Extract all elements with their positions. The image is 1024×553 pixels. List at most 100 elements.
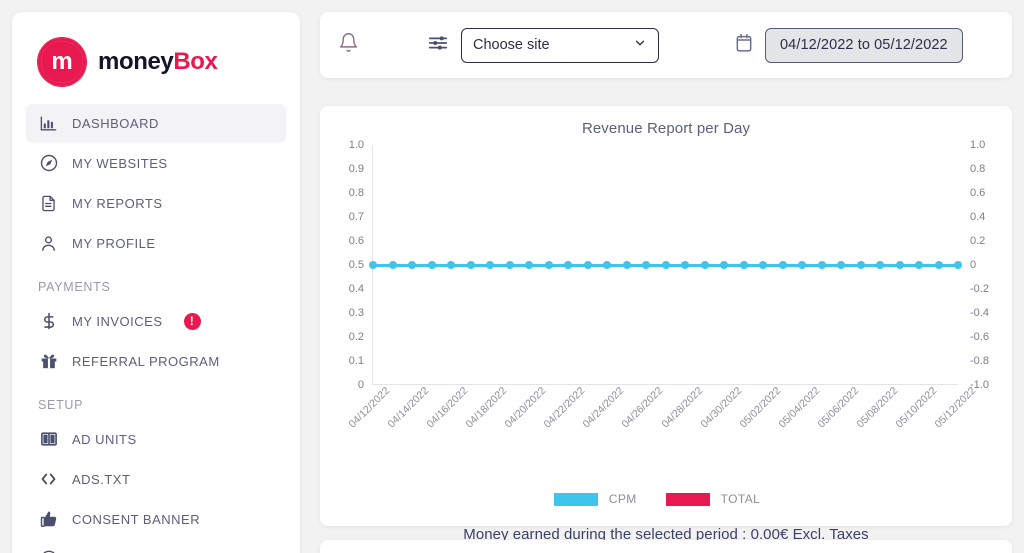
data-point[interactable] xyxy=(486,261,494,269)
data-point[interactable] xyxy=(408,261,416,269)
date-range-value: 04/12/2022 to 05/12/2022 xyxy=(780,37,948,53)
brand-wordmark: moneyBox xyxy=(98,48,218,76)
user-icon xyxy=(38,233,59,254)
data-point[interactable] xyxy=(583,261,592,269)
code-icon xyxy=(38,469,59,490)
brand-logo[interactable]: m moneyBox xyxy=(12,12,300,90)
sidebar-section-setup: SETUP xyxy=(38,398,84,412)
data-point[interactable] xyxy=(817,261,826,269)
legend-label[interactable]: TOTAL xyxy=(721,492,761,506)
data-point[interactable] xyxy=(642,261,650,269)
x-tick-label: 05/08/2022 xyxy=(854,384,901,431)
site-select-value: Choose site xyxy=(473,37,550,53)
legend-label[interactable]: CPM xyxy=(609,492,637,506)
bar-chart-icon xyxy=(38,113,59,134)
data-point[interactable] xyxy=(798,261,806,269)
y-tick-right: 0 xyxy=(970,259,977,271)
data-point[interactable] xyxy=(466,261,475,269)
sidebar-item-label: MY PROFILE xyxy=(72,235,156,251)
data-point[interactable] xyxy=(915,261,923,269)
y-tick-left: 0.1 xyxy=(348,355,364,367)
data-point[interactable] xyxy=(700,261,709,269)
y-tick-left: 0.9 xyxy=(348,163,364,175)
sidebar-item-ad-units[interactable]: AD UNITS xyxy=(26,420,286,458)
sidebar: m moneyBox DASHBOARD MY WEBSITES MY REPORT… xyxy=(12,12,300,553)
layout-icon xyxy=(38,429,59,450)
data-point[interactable] xyxy=(934,261,943,269)
compass-icon xyxy=(38,153,59,174)
sliders-icon[interactable] xyxy=(427,32,449,59)
thumbs-up-icon xyxy=(38,509,59,530)
y-tick-left: 0 xyxy=(357,379,364,391)
data-point[interactable] xyxy=(856,261,865,269)
y-tick-left: 0.4 xyxy=(348,283,364,295)
date-range-input[interactable]: 04/12/2022 to 05/12/2022 xyxy=(765,27,963,63)
y-tick-left: 0.7 xyxy=(348,211,364,223)
y-tick-right: 0.6 xyxy=(970,187,986,199)
data-point[interactable] xyxy=(681,261,689,269)
y-tick-left: 1.0 xyxy=(348,139,364,151)
y-tick-left: 0.6 xyxy=(348,235,364,247)
data-point[interactable] xyxy=(369,261,377,269)
data-point[interactable] xyxy=(720,261,728,269)
chart-plot: 1.0 0.9 0.8 0.7 0.6 0.5 0.4 0.3 0.2 0.1 0 1.0 0.8 0.… xyxy=(320,139,1012,440)
sidebar-nav: DASHBOARD MY WEBSITES MY REPORTS MY PROFILE… xyxy=(12,90,300,553)
y-tick-right: -0.6 xyxy=(970,331,989,343)
data-point[interactable] xyxy=(759,261,767,269)
data-point[interactable] xyxy=(778,261,787,269)
x-tick-label: 04/12/2022 xyxy=(346,384,393,431)
x-tick-label: 05/06/2022 xyxy=(815,384,861,431)
calendar-icon[interactable] xyxy=(734,32,754,58)
data-point[interactable] xyxy=(603,261,611,269)
sidebar-item-my-reports[interactable]: MY REPORTS xyxy=(26,184,286,222)
data-point[interactable] xyxy=(622,261,631,269)
x-tick-label: 04/20/2022 xyxy=(502,384,549,431)
data-point[interactable] xyxy=(505,261,514,269)
data-point[interactable] xyxy=(876,261,884,269)
sidebar-item-label: CONSENT BANNER xyxy=(72,511,201,527)
brand-mark-icon: m xyxy=(38,38,86,86)
y-tick-right: -0.2 xyxy=(970,283,989,295)
data-point[interactable] xyxy=(564,261,572,269)
secondary-card-partial xyxy=(320,540,1012,553)
wordpress-icon xyxy=(38,549,59,553)
sidebar-item-wordpress[interactable]: WORDPRESS xyxy=(26,540,286,553)
data-point[interactable] xyxy=(388,261,397,269)
data-point[interactable] xyxy=(525,261,533,269)
y-tick-right: -0.4 xyxy=(970,307,989,319)
x-tick-label: 04/28/2022 xyxy=(659,384,705,431)
x-tick-label: 04/22/2022 xyxy=(541,384,588,431)
x-axis-ticks: 04/12/2022 04/14/2022 04/16/2022 04/18/2022… xyxy=(347,384,979,460)
sidebar-item-referral-program[interactable]: REFERRAL PROGRAM xyxy=(26,342,286,380)
y-tick-right: 0.4 xyxy=(970,211,986,223)
data-point[interactable] xyxy=(447,261,455,269)
x-tick-label: 04/26/2022 xyxy=(619,384,666,431)
sidebar-item-my-websites[interactable]: MY WEBSITES xyxy=(26,144,286,182)
sidebar-item-label: DASHBOARD xyxy=(72,115,159,131)
bell-icon[interactable] xyxy=(338,32,359,58)
sidebar-item-label: AD UNITS xyxy=(72,431,137,447)
y-tick-right: 0.8 xyxy=(970,163,986,175)
data-point[interactable] xyxy=(837,261,845,269)
sidebar-item-label: REFERRAL PROGRAM xyxy=(72,353,220,369)
dollar-icon xyxy=(38,311,59,332)
site-select[interactable]: Choose site xyxy=(461,27,659,63)
y-tick-left: 0.5 xyxy=(348,259,364,271)
data-point[interactable] xyxy=(661,261,670,269)
sidebar-item-my-profile[interactable]: MY PROFILE xyxy=(26,224,286,262)
sidebar-section-payments: PAYMENTS xyxy=(38,280,111,294)
top-toolbar: Choose site 04/12/2022 to 05/12/2022 xyxy=(320,12,1012,78)
data-point[interactable] xyxy=(739,261,748,269)
y-tick-right: 1.0 xyxy=(970,139,986,151)
sidebar-item-my-invoices[interactable]: MY INVOICES! xyxy=(26,302,286,340)
sidebar-item-ads-txt[interactable]: ADS.TXT xyxy=(26,460,286,498)
data-point[interactable] xyxy=(895,261,904,269)
data-point[interactable] xyxy=(954,261,962,269)
chart-legend: CPM TOTAL xyxy=(320,492,1012,506)
sidebar-item-dashboard[interactable]: DASHBOARD xyxy=(26,104,286,142)
x-tick-label: 04/14/2022 xyxy=(385,384,432,431)
data-point[interactable] xyxy=(427,261,436,269)
revenue-report-card: Revenue Report per Day 1.0 0.9 0.8 0.7 0.6 0.… xyxy=(320,106,1012,543)
sidebar-item-consent-banner[interactable]: CONSENT BANNER xyxy=(26,500,286,538)
data-point[interactable] xyxy=(544,261,553,269)
